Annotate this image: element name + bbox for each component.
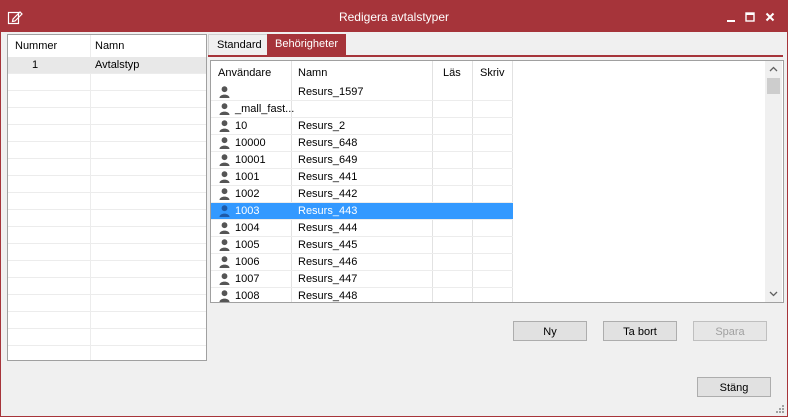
- user-icon: [219, 103, 230, 115]
- empty-row: [8, 125, 206, 142]
- delete-button[interactable]: Ta bort: [603, 321, 677, 341]
- table-row[interactable]: _mall_fast...: [211, 101, 513, 118]
- list-header: Nummer Namn: [8, 35, 206, 58]
- column-header-namn[interactable]: Namn: [95, 40, 124, 52]
- table-row[interactable]: 1008 Resurs_448: [211, 288, 513, 302]
- table-row[interactable]: 1007 Resurs_447: [211, 271, 513, 288]
- table-row[interactable]: 10000 Resurs_648: [211, 135, 513, 152]
- resize-grip-icon[interactable]: [776, 405, 784, 413]
- close-button[interactable]: Stäng: [697, 377, 771, 397]
- empty-row: [8, 142, 206, 159]
- empty-row: [8, 278, 206, 295]
- row-nummer: 1: [32, 59, 39, 71]
- empty-row: [8, 261, 206, 278]
- tab-underline: [208, 55, 783, 57]
- table-row[interactable]: 1005 Resurs_445: [211, 237, 513, 254]
- save-button[interactable]: Spara: [693, 321, 767, 341]
- table-row[interactable]: 1003 Resurs_443: [211, 203, 513, 220]
- row-name: Resurs_2: [298, 120, 346, 132]
- row-name: Resurs_648: [298, 137, 358, 149]
- user-icon: [219, 273, 230, 285]
- table-row[interactable]: Resurs_1597: [211, 84, 513, 101]
- user-icon: [219, 222, 230, 234]
- row-user: 1007: [235, 273, 260, 285]
- user-icon: [219, 86, 230, 98]
- new-button[interactable]: Ny: [513, 321, 587, 341]
- table-row[interactable]: 1001 Resurs_441: [211, 169, 513, 186]
- maximize-icon[interactable]: [742, 9, 758, 25]
- scrollbar-thumb[interactable]: [767, 78, 780, 94]
- row-name: Resurs_443: [298, 205, 358, 217]
- empty-row: [8, 227, 206, 244]
- user-icon: [219, 205, 230, 217]
- user-icon: [219, 290, 230, 302]
- user-icon: [219, 154, 230, 166]
- empty-row: [8, 74, 206, 91]
- row-user: 1002: [235, 188, 260, 200]
- close-icon[interactable]: [762, 9, 778, 25]
- user-icon: [219, 256, 230, 268]
- empty-row: [8, 329, 206, 346]
- row-name: Resurs_446: [298, 256, 358, 268]
- table-row[interactable]: 1002 Resurs_442: [211, 186, 513, 203]
- user-icon: [219, 188, 230, 200]
- tab-standard[interactable]: Standard: [208, 34, 271, 55]
- row-name: Resurs_442: [298, 188, 358, 200]
- permissions-grid[interactable]: Användare Namn Läs Skriv Resurs_1597 _mal…: [210, 60, 784, 303]
- row-name: Resurs_441: [298, 171, 358, 183]
- empty-row: [8, 176, 206, 193]
- minimize-icon[interactable]: [723, 9, 739, 25]
- scroll-up-icon[interactable]: [769, 65, 778, 74]
- row-user: 1001: [235, 171, 260, 183]
- row-name: Resurs_448: [298, 290, 358, 302]
- column-header-namn[interactable]: Namn: [298, 67, 327, 79]
- column-header-skriv[interactable]: Skriv: [480, 67, 504, 79]
- empty-row: [8, 91, 206, 108]
- empty-row: [8, 312, 206, 329]
- row-user: 1004: [235, 222, 260, 234]
- row-user: _mall_fast...: [235, 103, 295, 115]
- user-icon: [219, 120, 230, 132]
- empty-row: [8, 295, 206, 312]
- table-row[interactable]: 1004 Resurs_444: [211, 220, 513, 237]
- scroll-down-icon[interactable]: [769, 289, 778, 298]
- vertical-scrollbar[interactable]: [765, 61, 782, 302]
- table-row[interactable]: 1006 Resurs_446: [211, 254, 513, 271]
- row-user: 1008: [235, 290, 260, 302]
- row-name: Resurs_649: [298, 154, 358, 166]
- user-icon: [219, 137, 230, 149]
- title-bar[interactable]: Redigera avtalstyper: [1, 1, 787, 32]
- list-item[interactable]: 1 Avtalstyp: [8, 57, 206, 74]
- grid-header: Användare Namn Läs Skriv: [211, 61, 766, 84]
- user-icon: [219, 171, 230, 183]
- row-name: Resurs_445: [298, 239, 358, 251]
- row-name: Resurs_447: [298, 273, 358, 285]
- row-name: Resurs_1597: [298, 86, 364, 98]
- tab-strip: Standard Behörigheter: [208, 34, 783, 56]
- empty-row: [8, 210, 206, 227]
- column-header-nummer[interactable]: Nummer: [15, 40, 57, 52]
- empty-row: [8, 108, 206, 125]
- edit-agreement-types-window: Redigera avtalstyper Nummer Namn 1 Avtal…: [0, 0, 788, 417]
- table-row[interactable]: 10 Resurs_2: [211, 118, 513, 135]
- row-user: 1005: [235, 239, 260, 251]
- user-icon: [219, 239, 230, 251]
- empty-row: [8, 244, 206, 261]
- row-user: 10: [235, 120, 248, 132]
- column-header-anvandare[interactable]: Användare: [218, 67, 271, 79]
- row-name: Resurs_444: [298, 222, 358, 234]
- empty-row: [8, 193, 206, 210]
- row-namn: Avtalstyp: [95, 59, 140, 71]
- row-user: 1006: [235, 256, 260, 268]
- row-user: 10001: [235, 154, 266, 166]
- empty-row: [8, 159, 206, 176]
- row-user: 1003: [235, 205, 260, 217]
- window-title: Redigera avtalstyper: [338, 10, 450, 24]
- table-row[interactable]: 10001 Resurs_649: [211, 152, 513, 169]
- column-header-las[interactable]: Läs: [443, 67, 461, 79]
- tab-behorigheter[interactable]: Behörigheter: [267, 34, 346, 56]
- row-user: 10000: [235, 137, 266, 149]
- agreement-type-list[interactable]: Nummer Namn 1 Avtalstyp: [7, 34, 207, 361]
